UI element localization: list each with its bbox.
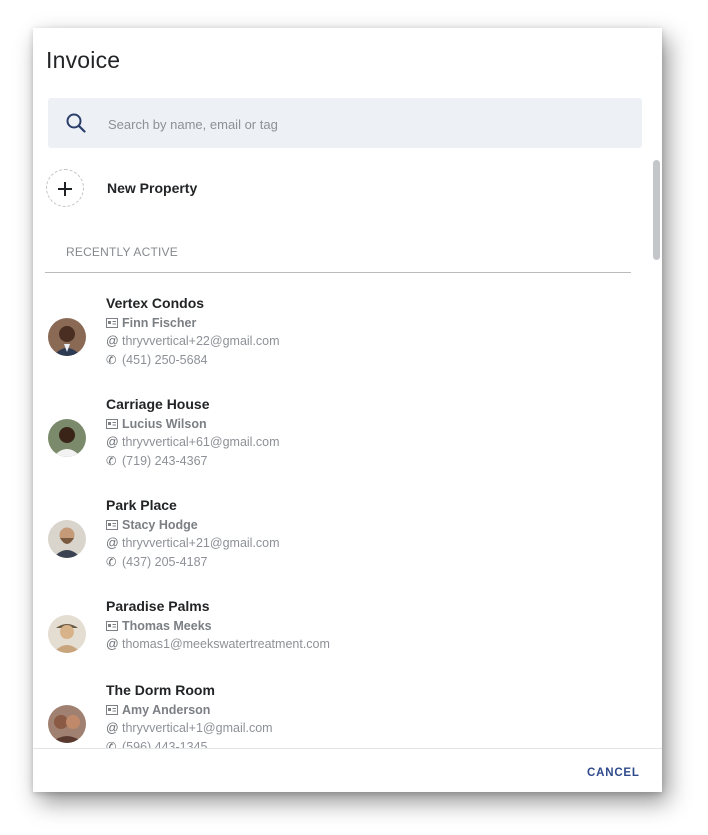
- new-property-label: New Property: [107, 180, 198, 196]
- email-row: @ thryvvertical+61@gmail.com: [106, 435, 280, 449]
- phone-icon: ✆: [106, 454, 117, 468]
- phone-row: ✆ (451) 250-5684: [106, 352, 207, 367]
- property-item[interactable]: Paradise Palms Thomas Meeks @ thomas1@mee…: [33, 598, 633, 672]
- phone-icon: ✆: [106, 740, 117, 748]
- contact-row: Finn Fischer: [106, 316, 196, 330]
- phone-row: ✆ (719) 243-4367: [106, 453, 207, 468]
- invoice-modal: Invoice New Property RECENTLY ACTIVE Ver…: [33, 28, 662, 792]
- avatar: [48, 318, 86, 356]
- search-icon: [66, 113, 86, 133]
- divider: [45, 272, 631, 273]
- scrollbar-thumb[interactable]: [653, 160, 660, 260]
- contact-card-icon: [106, 417, 122, 431]
- phone-icon: ✆: [106, 353, 117, 367]
- avatar: [48, 520, 86, 558]
- property-item[interactable]: Vertex Condos Finn Fischer @ thryvvertica…: [33, 295, 633, 385]
- contact-name: Lucius Wilson: [122, 417, 207, 431]
- contact-name: Thomas Meeks: [122, 619, 212, 633]
- email: thryvvertical+22@gmail.com: [122, 334, 280, 348]
- avatar: [48, 705, 86, 743]
- modal-title: Invoice: [46, 47, 121, 73]
- email-row: @ thomas1@meekswatertreatment.com: [106, 637, 330, 651]
- cancel-button[interactable]: CANCEL: [587, 767, 640, 779]
- email: thomas1@meekswatertreatment.com: [122, 637, 330, 651]
- section-heading: RECENTLY ACTIVE: [66, 245, 178, 259]
- at-icon: @: [106, 435, 119, 449]
- phone: (596) 443-1345: [122, 740, 208, 748]
- plus-icon: [46, 169, 84, 207]
- property-item[interactable]: Carriage House Lucius Wilson @ thryvverti…: [33, 396, 633, 486]
- avatar: [48, 419, 86, 457]
- contact-name: Amy Anderson: [122, 703, 211, 717]
- contact-row: Lucius Wilson: [106, 417, 207, 431]
- at-icon: @: [106, 721, 119, 735]
- email-row: @ thryvvertical+22@gmail.com: [106, 334, 280, 348]
- search-input[interactable]: [106, 98, 630, 150]
- contact-row: Thomas Meeks: [106, 619, 212, 633]
- contact-card-icon: [106, 316, 122, 330]
- contact-card-icon: [106, 619, 122, 633]
- contact-name: Finn Fischer: [122, 316, 197, 330]
- property-item[interactable]: The Dorm Room Amy Anderson @ thryvvertica…: [33, 682, 633, 748]
- at-icon: @: [106, 637, 119, 651]
- property-name: The Dorm Room: [106, 682, 215, 698]
- email: thryvvertical+61@gmail.com: [122, 435, 280, 449]
- contact-card-icon: [106, 703, 122, 717]
- at-icon: @: [106, 536, 119, 550]
- email-row: @ thryvvertical+1@gmail.com: [106, 721, 273, 735]
- phone: (719) 243-4367: [122, 454, 208, 468]
- phone-icon: ✆: [106, 555, 117, 569]
- property-list[interactable]: New Property RECENTLY ACTIVE Vertex Cond…: [33, 156, 662, 748]
- property-item[interactable]: Park Place Stacy Hodge @ thryvvertical+21…: [33, 497, 633, 587]
- property-name: Park Place: [106, 497, 177, 513]
- phone-row: ✆ (437) 205-4187: [106, 554, 207, 569]
- contact-name: Stacy Hodge: [122, 518, 198, 532]
- property-name: Paradise Palms: [106, 598, 210, 614]
- email: thryvvertical+21@gmail.com: [122, 536, 280, 550]
- property-name: Carriage House: [106, 396, 210, 412]
- contact-row: Amy Anderson: [106, 703, 210, 717]
- email: thryvvertical+1@gmail.com: [122, 721, 273, 735]
- at-icon: @: [106, 334, 119, 348]
- property-name: Vertex Condos: [106, 295, 205, 311]
- modal-footer: CANCEL: [33, 748, 662, 792]
- phone: (451) 250-5684: [122, 353, 208, 367]
- contact-row: Stacy Hodge: [106, 518, 198, 532]
- search-box: [48, 98, 642, 150]
- new-property-button[interactable]: New Property: [46, 169, 446, 211]
- phone-row: ✆ (596) 443-1345: [106, 739, 207, 748]
- contact-card-icon: [106, 518, 122, 532]
- phone: (437) 205-4187: [122, 555, 208, 569]
- avatar: [48, 615, 86, 653]
- email-row: @ thryvvertical+21@gmail.com: [106, 536, 280, 550]
